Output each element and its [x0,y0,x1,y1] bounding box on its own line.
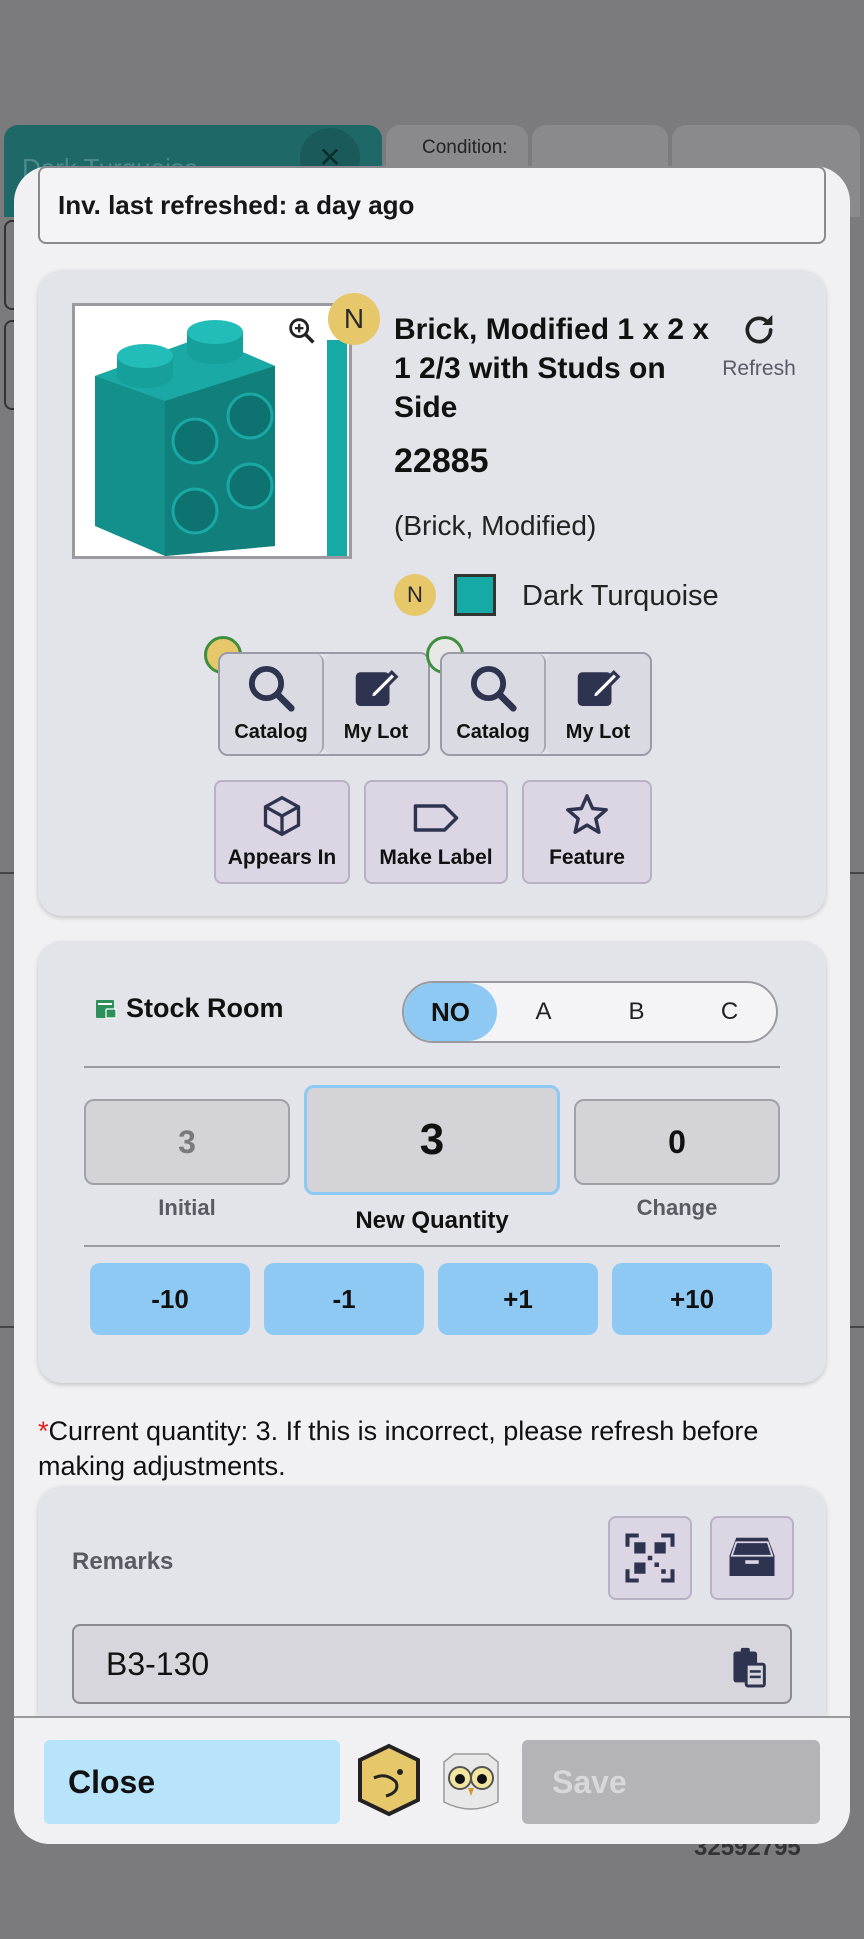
condition-badge-small: N [394,574,436,616]
stock-room-selector: NO A B C [402,981,778,1043]
stock-room-icon [96,999,117,1019]
stock-room-option-a[interactable]: A [497,983,590,1041]
stock-room-option-no[interactable]: NO [404,983,497,1041]
make-label-button[interactable]: Make Label [364,780,508,884]
warning-text: Current quantity: 3. If this is incorrec… [38,1416,759,1481]
bricklink-my-lot-label: My Lot [343,721,409,743]
minus-1-button[interactable]: -1 [264,1263,424,1335]
quantity-warning: *Current quantity: 3. If this is incorre… [38,1414,798,1484]
plus-10-button[interactable]: +10 [612,1263,772,1335]
cube-icon [263,795,301,837]
feature-label: Feature [549,846,625,869]
qr-code-icon [625,1533,675,1583]
change-label: Change [636,1195,718,1220]
divider [84,1066,780,1068]
bricklink-catalog-button[interactable]: Catalog [220,654,324,754]
inventory-status-bar: Inv. last refreshed: a day ago [38,166,826,244]
part-name: Brick, Modified 1 x 2 x 1 2/3 with Studs… [394,313,710,424]
clipboard-paste-icon[interactable] [728,1644,768,1688]
make-label-label: Make Label [379,846,493,869]
remarks-input[interactable]: B3-130 [72,1624,792,1704]
initial-label: Initial [158,1195,216,1220]
brickowl-catalog-label: Catalog [456,721,530,743]
feature-button[interactable]: Feature [522,780,652,884]
refresh-button[interactable]: Refresh [714,310,804,381]
brickowl-catalog-button[interactable]: Catalog [442,654,546,754]
color-name: Dark Turquoise [522,580,719,612]
remarks-label: Remarks [72,1548,174,1575]
stock-room-text: Stock Room [126,993,284,1023]
save-button[interactable]: Save [522,1740,820,1824]
brickowl-my-lot-label: My Lot [565,721,631,743]
brickowl-my-lot-button[interactable]: My Lot [546,654,650,754]
new-quantity-input[interactable]: 3 [304,1085,560,1195]
inventory-status-text: Inv. last refreshed: a day ago [58,189,415,220]
edit-lot-modal: Inv. last refreshed: a day ago N Brick, … [14,166,850,1844]
search-icon [470,665,517,712]
bricklink-links: Catalog My Lot [218,652,430,756]
close-button[interactable]: Close [44,1740,340,1824]
appears-in-button[interactable]: Appears In [214,780,350,884]
bricklink-logo-icon[interactable] [356,1742,422,1818]
color-strip [327,340,347,556]
search-icon [248,665,295,712]
new-quantity-label: New Quantity [355,1207,509,1234]
part-card: N Brick, Modified 1 x 2 x 1 2/3 with Stu… [38,270,826,916]
condition-badge: N [328,293,380,345]
refresh-label: Refresh [722,357,796,380]
quantity-card: Stock Room NO A B C 3 3 0 Initial New Qu… [38,941,826,1383]
tag-icon [413,804,459,832]
initial-quantity: 3 [84,1099,290,1185]
minus-10-button[interactable]: -10 [90,1263,250,1335]
brickowl-logo-icon[interactable] [438,1742,504,1818]
refresh-icon [745,315,773,344]
part-number: 22885 [394,442,489,480]
edit-icon [577,670,621,706]
bricklink-catalog-label: Catalog [234,721,308,743]
plus-1-button[interactable]: +1 [438,1263,598,1335]
stock-room-label: Stock Room [94,993,284,1024]
color-swatch [454,574,496,616]
bg-condition-label: Condition: [422,137,508,158]
stock-room-option-b[interactable]: B [590,983,683,1041]
remarks-value: B3-130 [106,1645,210,1682]
appears-in-label: Appears In [227,846,337,869]
change-quantity: 0 [574,1099,780,1185]
part-category: (Brick, Modified) [394,510,597,541]
storage-bin-button[interactable] [710,1516,794,1600]
divider [84,1245,780,1247]
edit-icon [355,670,399,706]
part-image[interactable] [72,303,352,559]
qr-scan-button[interactable] [608,1516,692,1600]
inbox-icon [729,1537,775,1576]
brickowl-links: Catalog My Lot [440,652,652,756]
zoom-in-icon[interactable] [285,314,319,348]
warning-asterisk: * [38,1416,49,1446]
bricklink-my-lot-button[interactable]: My Lot [324,654,428,754]
modal-footer: Close Save [14,1716,850,1844]
star-icon [566,794,608,834]
stock-room-option-c[interactable]: C [683,983,776,1041]
